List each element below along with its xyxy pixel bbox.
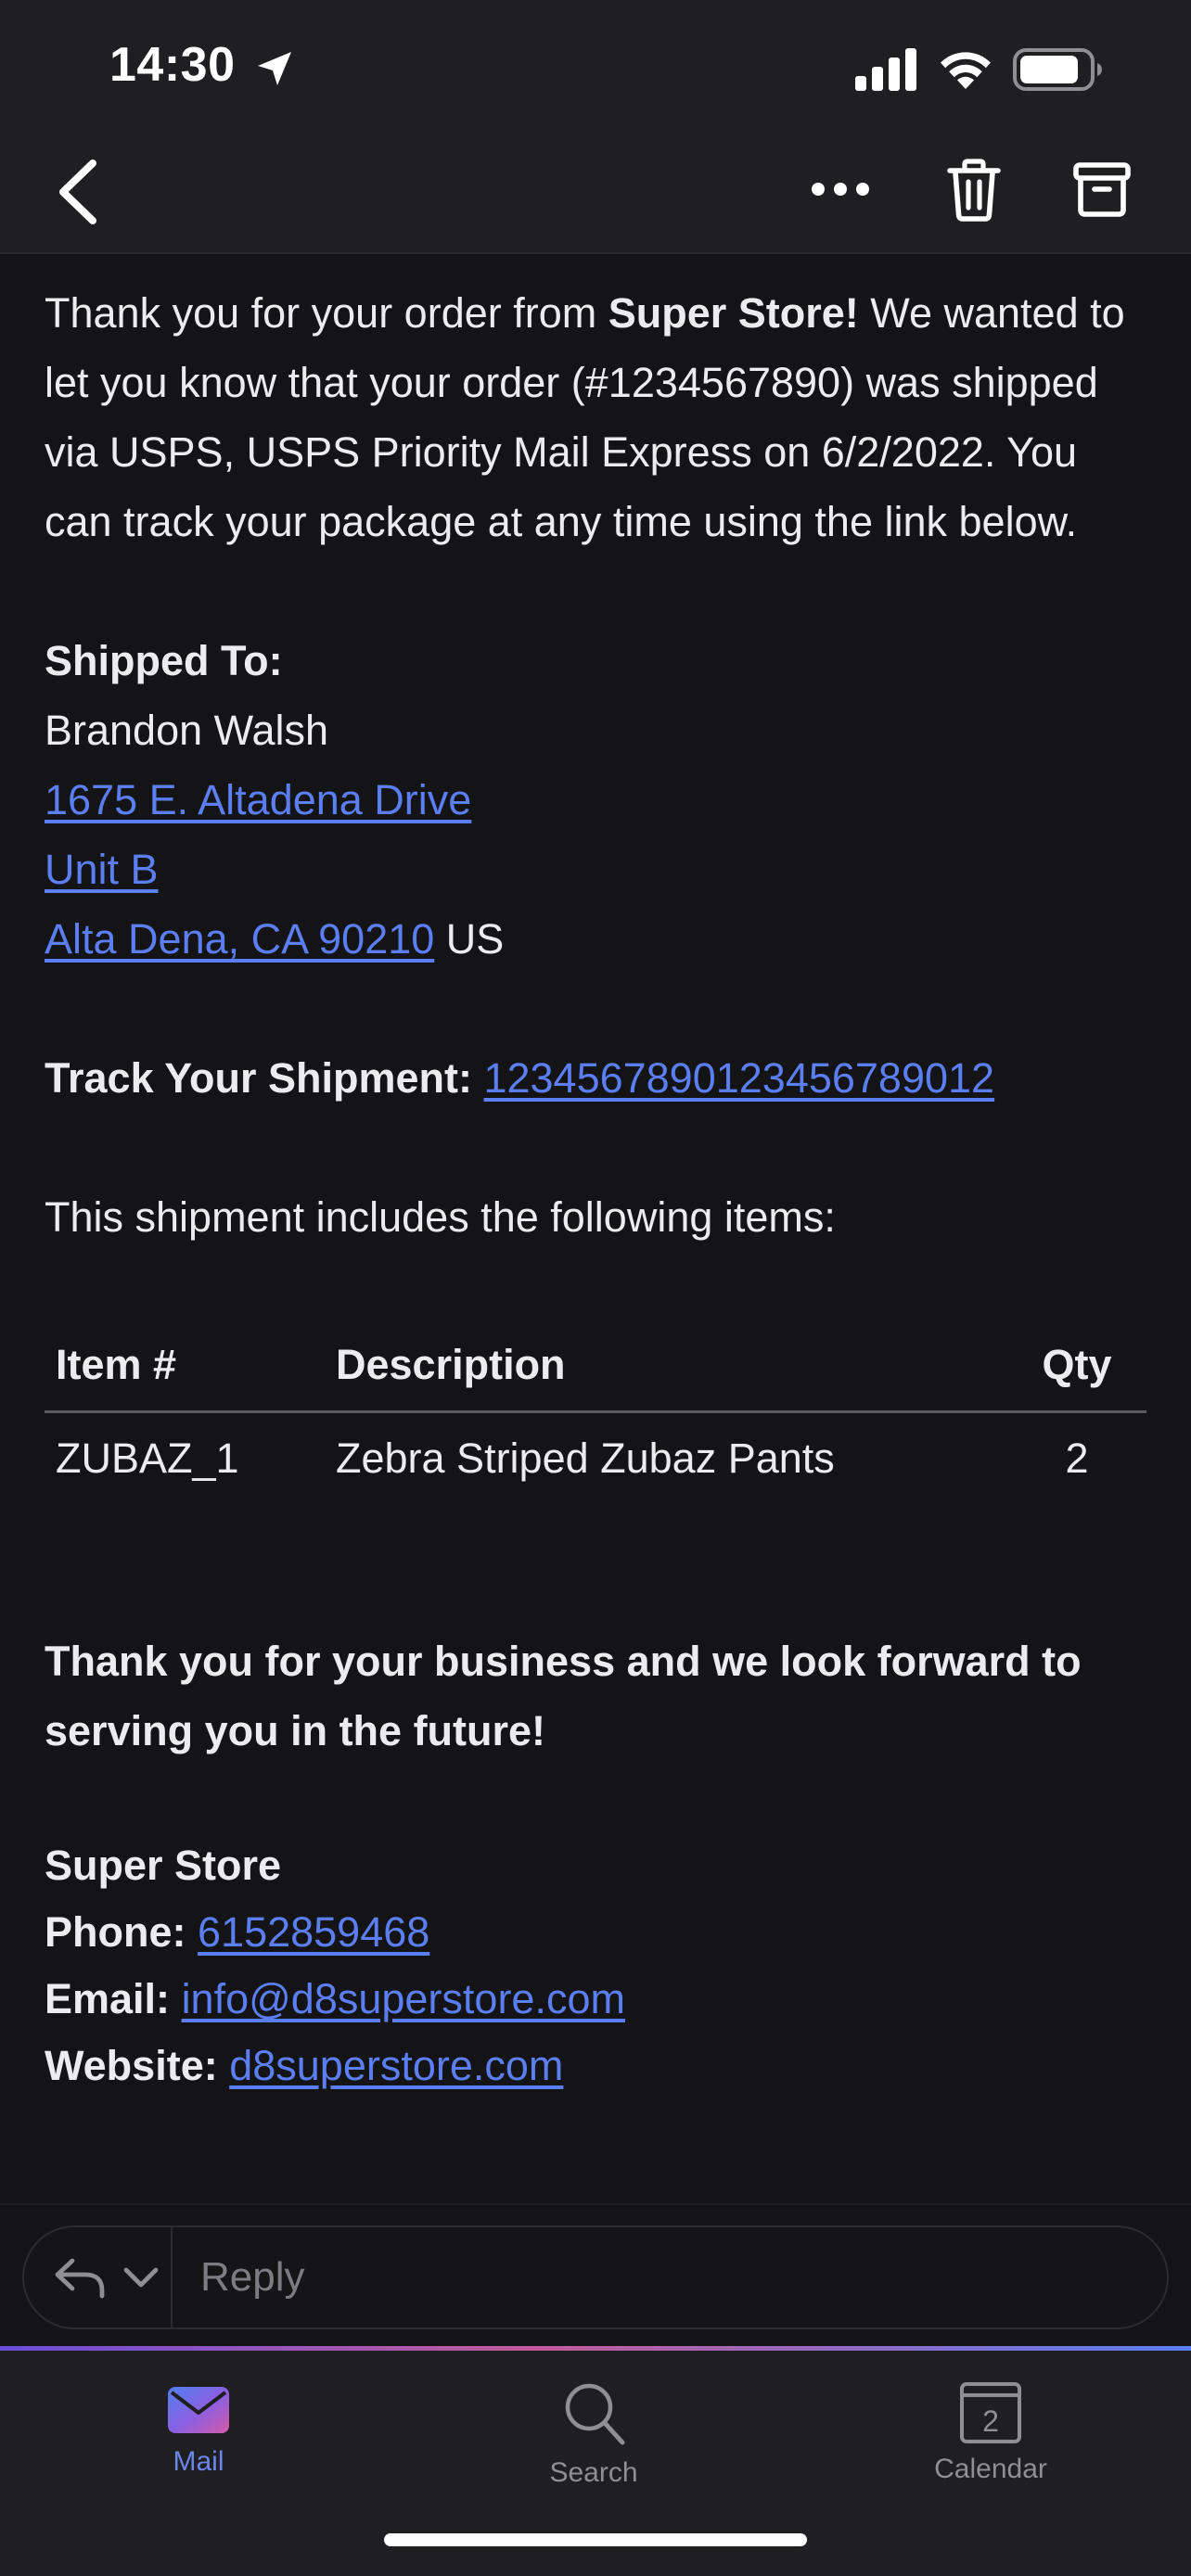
- search-icon: [565, 2383, 625, 2445]
- phone-label: Phone:: [45, 1908, 186, 1956]
- home-indicator: [384, 2533, 807, 2546]
- qty-cell: 2: [1065, 1435, 1089, 1483]
- closing-message: Thank you for your business and we look …: [45, 1638, 1082, 1754]
- mail-icon: [168, 2387, 229, 2433]
- cellular-signal-icon: [855, 48, 916, 91]
- email-body: Thank you for your order from Super Stor…: [45, 254, 1148, 2099]
- address-line-2-link[interactable]: Unit B: [45, 846, 159, 893]
- item-number-cell: ZUBAZ_1: [56, 1435, 239, 1483]
- calendar-date-badge: 2: [982, 2404, 999, 2438]
- city-state-zip-link[interactable]: Alta Dena, CA 90210: [45, 915, 434, 963]
- tab-calendar-label: Calendar: [934, 2454, 1047, 2484]
- header-item-number: Item #: [45, 1319, 325, 1413]
- bottom-tab-bar: Mail Search 2 Calendar: [0, 2346, 1191, 2576]
- recipient-name: Brandon Walsh: [45, 707, 328, 754]
- shipped-to-label: Shipped To:: [45, 637, 283, 684]
- phone-link[interactable]: 6152859468: [198, 1908, 429, 1956]
- status-time: 14:30: [109, 38, 236, 92]
- location-arrow-icon: [258, 52, 291, 85]
- email-label: Email:: [45, 1975, 171, 2022]
- store-name-bold: Super Store!: [608, 289, 859, 337]
- table-row: ZUBAZ_1 Zebra Striped Zubaz Pants 2: [45, 1411, 1146, 1504]
- items-table: Item # Description Qty ZUBAZ_1 Zebra Str…: [45, 1319, 1146, 1504]
- email-link[interactable]: info@d8superstore.com: [182, 1975, 625, 2022]
- signature-block: Super Store Phone: 6152859468 Email: inf…: [45, 1832, 1148, 2099]
- shipping-address-block: Shipped To: Brandon Walsh 1675 E. Altade…: [45, 626, 1148, 974]
- more-options-icon[interactable]: [807, 171, 874, 208]
- table-header-row: Item # Description Qty: [45, 1319, 1146, 1413]
- tracking-number-link[interactable]: 12345678901234567890​12: [483, 1054, 994, 1102]
- tab-bar-accent-line: [0, 2346, 1191, 2351]
- items-intro: This shipment includes the following ite…: [45, 1193, 836, 1241]
- reply-arrow-icon[interactable]: [52, 2255, 108, 2302]
- reply-placeholder[interactable]: Reply: [200, 2227, 305, 2327]
- archive-icon[interactable]: [1072, 159, 1132, 219]
- header-qty: Qty: [1007, 1319, 1146, 1413]
- tab-mail[interactable]: Mail: [96, 2365, 301, 2478]
- header-description: Description: [325, 1319, 1007, 1413]
- address-line-1-link[interactable]: 1675 E. Altadena Drive: [45, 776, 471, 823]
- reply-bar: Reply: [0, 2203, 1191, 2348]
- track-shipment-label: Track Your Shipment:: [45, 1054, 472, 1102]
- country-text: US: [434, 915, 505, 963]
- tab-mail-label: Mail: [173, 2446, 224, 2477]
- back-chevron-icon[interactable]: [52, 158, 104, 226]
- tracking-block: Track Your Shipment: 1234567890123456789…: [45, 1043, 1148, 1113]
- tab-search-label: Search: [549, 2457, 638, 2488]
- battery-icon: [1013, 48, 1102, 91]
- signature-store-name: Super Store: [45, 1842, 282, 1889]
- reply-divider: [171, 2227, 173, 2327]
- tab-search[interactable]: Search: [492, 2365, 696, 2489]
- intro-text-start: Thank you for your order from: [45, 289, 608, 337]
- chevron-down-icon[interactable]: [122, 2264, 160, 2292]
- top-header: 14:30: [0, 0, 1191, 254]
- website-label: Website:: [45, 2042, 218, 2089]
- reply-field[interactable]: Reply: [22, 2225, 1169, 2329]
- website-link[interactable]: d8superstore.com: [229, 2042, 563, 2089]
- description-cell: Zebra Striped Zubaz Pants: [336, 1435, 835, 1483]
- trash-icon[interactable]: [944, 158, 1004, 223]
- tab-calendar[interactable]: 2 Calendar: [889, 2365, 1093, 2485]
- calendar-icon: 2: [960, 2382, 1021, 2443]
- intro-paragraph: Thank you for your order from Super Stor…: [45, 278, 1148, 556]
- wifi-icon: [941, 52, 991, 89]
